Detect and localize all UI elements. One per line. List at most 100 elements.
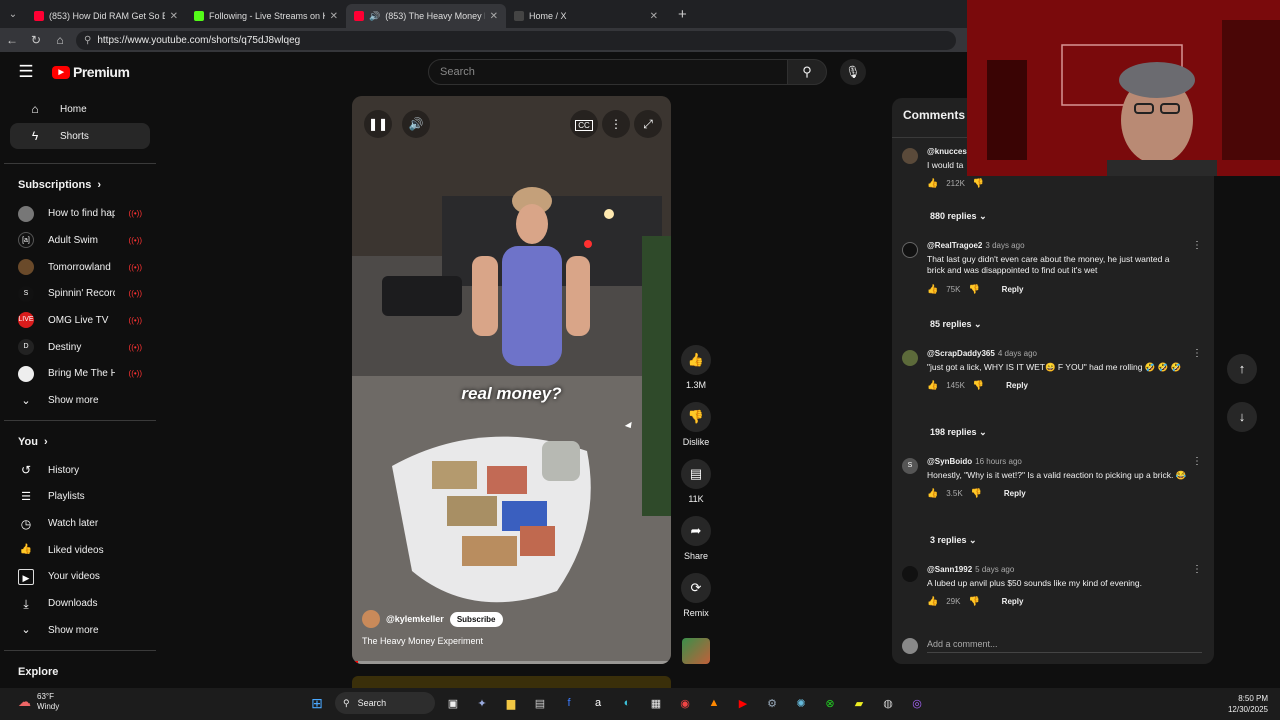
menu-hamburger-icon[interactable]: ☰ [0,62,52,82]
subscription-item[interactable]: Tomorrowland ((•)) [0,254,160,281]
replies-toggle[interactable]: 880 replies ⌄ [930,211,987,222]
pause-button[interactable]: ❚❚ [364,110,392,138]
channel-avatar[interactable] [362,610,380,628]
thumbs-down-icon[interactable]: 👎 [971,488,982,500]
app-icon[interactable]: ✺ [790,692,812,714]
video-progress-bar[interactable] [352,661,671,664]
new-tab-plus-icon[interactable]: + [666,6,699,23]
thumbs-down-icon[interactable]: 👎 [973,178,984,190]
store-icon[interactable]: ▤ [529,692,551,714]
browser-tab-3[interactable]: 🔊 (853) The Heavy Money Experi ✕ [346,4,506,28]
facebook-icon[interactable]: f [558,692,580,714]
previous-short-button[interactable]: ↑ [1227,354,1257,384]
search-input[interactable]: Search [428,59,788,85]
commenter-avatar[interactable] [902,350,918,366]
comment-menu-icon[interactable]: ⋮ [1192,564,1202,575]
comments-button[interactable]: ▤ [681,459,711,489]
you-heading[interactable]: You › [0,427,160,457]
comment-menu-icon[interactable]: ⋮ [1192,240,1202,251]
subscription-item[interactable]: [a] Adult Swim ((•)) [0,227,160,254]
show-more-you[interactable]: ⌄ Show more [0,617,160,644]
xbox-icon[interactable]: ⊗ [819,692,841,714]
site-info-icon[interactable]: ⚲ [84,35,91,46]
sidebar-item-downloads[interactable]: ⤓ Downloads [0,590,160,617]
sound-thumbnail[interactable] [682,638,710,664]
replies-toggle[interactable]: 85 replies ⌄ [930,319,982,330]
thumbs-down-icon[interactable]: 👎 [973,380,984,392]
captions-button[interactable]: CC [570,110,598,138]
thumbs-up-icon[interactable]: 👍 [927,380,938,392]
home-icon[interactable]: ⌂ [48,33,72,47]
circle-app-icon[interactable]: ◎ [906,692,928,714]
comment-username[interactable]: @ScrapDaddy365 [927,349,995,358]
taskbar-search[interactable]: ⚲ Search [335,692,435,714]
volume-button[interactable]: 🔊 [402,110,430,138]
next-short-preview[interactable] [352,676,671,688]
commenter-avatar[interactable] [902,148,918,164]
close-tab-icon[interactable]: ✕ [490,11,498,22]
steam-icon[interactable]: ⚙ [761,692,783,714]
subscription-item[interactable]: How to find happ... ((•)) [0,200,160,227]
sidebar-item-playlists[interactable]: ☰ Playlists [0,484,160,511]
comment-username[interactable]: @RealTragoe2 [927,241,982,250]
file-explorer-icon[interactable]: ▆ [500,692,522,714]
show-more-subscriptions[interactable]: ⌄ Show more [0,387,160,414]
add-comment-input[interactable]: Add a comment... [927,639,1202,653]
system-clock[interactable]: 8:50 PM 12/30/2025 [1228,693,1268,715]
subscription-item[interactable]: Bring Me The Ho... ((•)) [0,361,160,388]
subscribe-button[interactable]: Subscribe [449,611,503,627]
vlc-icon[interactable]: ▲ [703,692,725,714]
subscription-item[interactable]: D Destiny ((•)) [0,334,160,361]
copilot-icon[interactable]: ✦ [471,692,493,714]
sidebar-item-your-videos[interactable]: ▶ Your videos [0,564,160,591]
video-title[interactable]: The Heavy Money Experiment [362,636,503,646]
more-options-button[interactable]: ⋮ [602,110,630,138]
comment-menu-icon[interactable]: ⋮ [1192,348,1202,359]
like-button[interactable]: 👍 [681,345,711,375]
next-short-button[interactable]: ↓ [1227,402,1257,432]
search-button[interactable]: ⚲ [787,59,827,85]
remix-button[interactable]: ⟳ [681,573,711,603]
sidebar-item-shorts[interactable]: ϟ Shorts [10,122,150,150]
url-field[interactable]: ⚲ https://www.youtube.com/shorts/q75dJ8w… [76,30,956,50]
reload-icon[interactable]: ↻ [24,33,48,47]
channel-handle[interactable]: @kylemkeller [386,614,444,624]
subscription-item[interactable]: S Spinnin' Records ((•)) [0,280,160,307]
thumbs-up-icon[interactable]: 👍 [927,284,938,296]
thumbs-up-icon[interactable]: 👍 [927,596,938,608]
sidebar-item-liked-videos[interactable]: 👍 Liked videos [0,537,160,564]
commenter-avatar[interactable]: S [902,458,918,474]
amazon-icon[interactable]: a [587,692,609,714]
commenter-avatar[interactable] [902,566,918,582]
comment-menu-icon[interactable]: ⋮ [1192,456,1202,467]
close-tab-icon[interactable]: ✕ [330,11,338,22]
reply-button[interactable]: Reply [1006,380,1028,392]
browser-tab-2[interactable]: Following - Live Streams on Kick ✕ [186,4,346,28]
commenter-avatar[interactable] [902,242,918,258]
reply-button[interactable]: Reply [1002,596,1024,608]
thumbs-up-icon[interactable]: 👍 [927,178,938,190]
replies-toggle[interactable]: 198 replies ⌄ [930,427,987,438]
comment-username[interactable]: @SynBoido [927,457,972,466]
calculator-icon[interactable]: ▦ [645,692,667,714]
thumbs-down-icon[interactable]: 👎 [968,596,979,608]
close-tab-icon[interactable]: ✕ [170,11,178,22]
browser-tab-4[interactable]: Home / X ✕ [506,4,666,28]
edge-icon[interactable]: ◐ [616,692,638,714]
browser-tab-1[interactable]: (853) How Did RAM Get So Expen ✕ [26,4,186,28]
tab-list-chevron-icon[interactable]: ⌄ [0,9,26,20]
chrome-icon[interactable]: ◉ [674,692,696,714]
sidebar-item-history[interactable]: ↺ History [0,457,160,484]
weather-widget[interactable]: ☁ 63°F Windy [18,692,59,712]
dislike-button[interactable]: 👎 [681,402,711,432]
reply-button[interactable]: Reply [1004,488,1026,500]
task-view-icon[interactable]: ▣ [442,692,464,714]
thumbs-up-icon[interactable]: 👍 [927,488,938,500]
sidebar-item-watch-later[interactable]: ◷ Watch later [0,510,160,537]
subscription-item[interactable]: LIVE OMG Live TV ((•)) [0,307,160,334]
sidebar-item-home[interactable]: ⌂ Home [10,96,150,123]
subscriptions-heading[interactable]: Subscriptions › [0,170,160,200]
youtube-icon[interactable]: ▶ [732,692,754,714]
notes-icon[interactable]: ▰ [848,692,870,714]
fullscreen-button[interactable]: ⤢ [634,110,662,138]
